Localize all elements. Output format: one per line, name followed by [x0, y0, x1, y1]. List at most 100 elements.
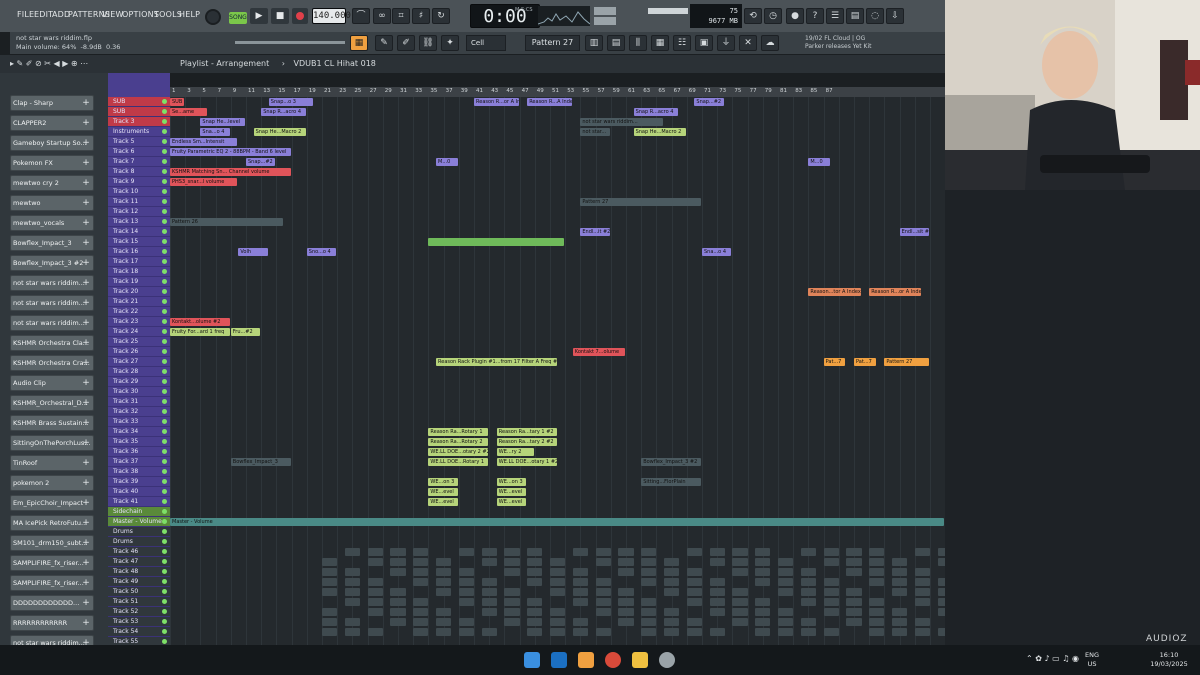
snap-selector[interactable]: Cell: [466, 35, 506, 51]
playlist-clip[interactable]: Pattern 27: [580, 198, 701, 206]
pattern-block[interactable]: [686, 548, 702, 556]
add-channel-icon[interactable]: +: [81, 416, 91, 430]
pattern-block[interactable]: [755, 598, 771, 606]
pattern-block[interactable]: [800, 598, 816, 606]
snap-grid-icon[interactable]: ▦: [350, 35, 368, 51]
fl-studio-icon[interactable]: [578, 652, 594, 668]
track-header[interactable]: Track 40: [108, 487, 170, 497]
add-channel-icon[interactable]: +: [81, 616, 91, 630]
track-enable-icon[interactable]: [162, 629, 167, 634]
playlist-clip[interactable]: Kontakt...olume #2: [170, 318, 230, 326]
track-header[interactable]: Track 20: [108, 287, 170, 297]
pattern-block[interactable]: [618, 598, 634, 606]
pattern-block[interactable]: [436, 568, 452, 576]
track-header[interactable]: Track 51: [108, 597, 170, 607]
playlist-clip[interactable]: WE.LL DOE...Rotary 1: [428, 458, 489, 466]
save-icon[interactable]: ▤: [846, 8, 864, 24]
playlist-clip[interactable]: Reason R...or A Index: [474, 98, 519, 106]
pattern-block[interactable]: [846, 598, 862, 606]
pattern-block[interactable]: [550, 628, 566, 636]
add-channel-icon[interactable]: +: [81, 276, 91, 290]
pattern-block[interactable]: [481, 588, 497, 596]
track-header[interactable]: Track 34: [108, 427, 170, 437]
track-enable-icon[interactable]: [162, 399, 167, 404]
add-channel-icon[interactable]: +: [81, 196, 91, 210]
track-header[interactable]: Track 15: [108, 237, 170, 247]
track-enable-icon[interactable]: [162, 579, 167, 584]
pattern-block[interactable]: [664, 608, 680, 616]
pattern-block[interactable]: [618, 618, 634, 626]
pattern-block[interactable]: [709, 558, 725, 566]
pattern-block[interactable]: [458, 628, 474, 636]
pattern-block[interactable]: [869, 558, 885, 566]
playlist-clip[interactable]: M...0: [436, 158, 458, 166]
pattern-block[interactable]: [527, 558, 543, 566]
pattern-block[interactable]: [572, 628, 588, 636]
pattern-block[interactable]: [869, 578, 885, 586]
pattern-block[interactable]: [481, 578, 497, 586]
pattern-block[interactable]: [390, 588, 406, 596]
clock-icon[interactable]: ◷: [764, 8, 782, 24]
pattern-block[interactable]: [892, 618, 908, 626]
track-header[interactable]: Track 19: [108, 277, 170, 287]
pattern-block[interactable]: [504, 568, 520, 576]
countdown-icon[interactable]: ⌗: [392, 8, 410, 24]
track-header[interactable]: Track 17: [108, 257, 170, 267]
track-header[interactable]: Track 47: [108, 557, 170, 567]
pattern-block[interactable]: [778, 628, 794, 636]
playlist-clip[interactable]: Sno...o 4: [306, 248, 337, 256]
pattern-block[interactable]: [572, 548, 588, 556]
pattern-block[interactable]: [641, 598, 657, 606]
track-header[interactable]: Sidechain: [108, 507, 170, 517]
track-header[interactable]: Drums: [108, 527, 170, 537]
pattern-block[interactable]: [914, 568, 930, 576]
pattern-block[interactable]: [869, 568, 885, 576]
pattern-block[interactable]: [641, 578, 657, 586]
pattern-block[interactable]: [823, 578, 839, 586]
pattern-block[interactable]: [664, 568, 680, 576]
add-channel-icon[interactable]: +: [81, 576, 91, 590]
track-header[interactable]: Track 14: [108, 227, 170, 237]
pattern-block[interactable]: [322, 618, 338, 626]
track-enable-icon[interactable]: [162, 349, 167, 354]
track-header[interactable]: Track 54: [108, 627, 170, 637]
pattern-selector[interactable]: Pattern 27: [525, 35, 580, 51]
playlist-clip[interactable]: M...0: [808, 158, 831, 166]
track-header[interactable]: Track 30: [108, 387, 170, 397]
playlist-clip[interactable]: Reason R...A Index #2: [527, 98, 572, 106]
pattern-block[interactable]: [550, 578, 566, 586]
track-header[interactable]: Track 33: [108, 417, 170, 427]
playlist-clip[interactable]: Endl...sit #4: [899, 228, 929, 236]
pattern-block[interactable]: [504, 558, 520, 566]
pattern-block[interactable]: [344, 568, 360, 576]
pattern-block[interactable]: [550, 608, 566, 616]
pattern-block[interactable]: [709, 588, 725, 596]
add-channel-icon[interactable]: +: [81, 236, 91, 250]
track-header[interactable]: Track 37: [108, 457, 170, 467]
pattern-block[interactable]: [618, 558, 634, 566]
track-header[interactable]: Track 50: [108, 587, 170, 597]
pattern-block[interactable]: [755, 568, 771, 576]
plugin-db-icon[interactable]: ▣: [695, 35, 713, 51]
pattern-block[interactable]: [413, 548, 429, 556]
pattern-block[interactable]: [755, 608, 771, 616]
wait-icon[interactable]: ∞: [373, 8, 391, 24]
pattern-block[interactable]: [527, 568, 543, 576]
pattern-block[interactable]: [527, 608, 543, 616]
pattern-block[interactable]: [367, 588, 383, 596]
add-channel-icon[interactable]: +: [81, 116, 91, 130]
track-enable-icon[interactable]: [162, 489, 167, 494]
playlist-clip[interactable]: WE...evel: [496, 488, 527, 496]
playlist-clip[interactable]: PHS3_snar...l volume: [170, 178, 238, 186]
pattern-block[interactable]: [413, 558, 429, 566]
playlist-clip[interactable]: Fruity Parametric EQ 2 - 88BPM - Band 6 …: [170, 148, 291, 156]
pencil-tool-icon[interactable]: ✎: [375, 35, 393, 51]
pattern-block[interactable]: [892, 578, 908, 586]
windows-start-icon[interactable]: [524, 652, 540, 668]
loop-record-icon[interactable]: ↻: [432, 8, 450, 24]
track-header[interactable]: Track 5: [108, 137, 170, 147]
track-header[interactable]: Track 24: [108, 327, 170, 337]
menu-help[interactable]: HELP: [179, 10, 200, 19]
pattern-block[interactable]: [413, 598, 429, 606]
pattern-block[interactable]: [732, 558, 748, 566]
